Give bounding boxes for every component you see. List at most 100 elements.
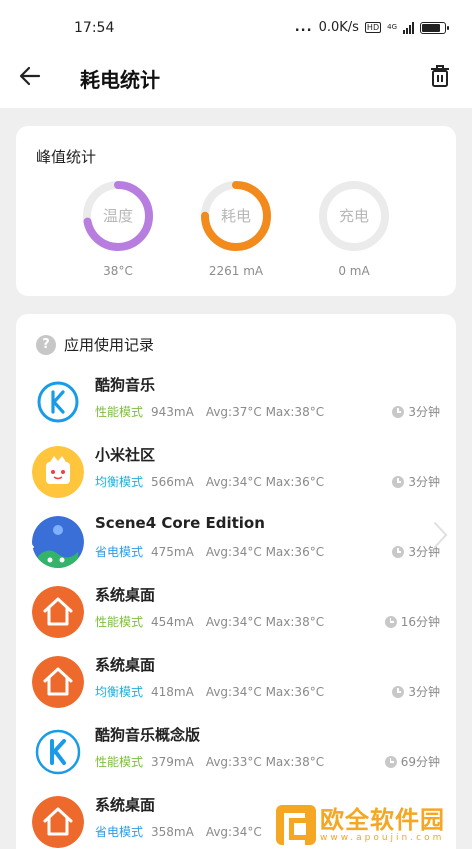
charge-ring: 充电 bbox=[316, 178, 392, 254]
app-name: 酷狗音乐 bbox=[95, 376, 156, 394]
current-value: 379mA bbox=[151, 755, 194, 769]
duration-value: 3分钟 bbox=[408, 405, 440, 419]
duration-value: 3分钟 bbox=[408, 685, 440, 699]
duration: 3分钟 bbox=[392, 683, 440, 700]
avg-temp: Avg:34°C bbox=[205, 615, 262, 629]
current-value: 358mA bbox=[151, 825, 194, 839]
kugou-concept-icon bbox=[32, 726, 84, 778]
home-icon bbox=[32, 656, 84, 708]
clock-icon bbox=[384, 755, 397, 768]
watermark-text: 欧全软件园 bbox=[320, 805, 445, 834]
current-value: 418mA bbox=[151, 685, 194, 699]
current-value: 454mA bbox=[151, 615, 194, 629]
watermark: 欧全软件园 www.apoujin.com bbox=[276, 800, 472, 849]
records-header: ? 应用使用记录 bbox=[36, 334, 154, 355]
record-details: 均衡模式 418mA Avg:34°C Max:36°C bbox=[95, 683, 324, 700]
hd-badge: HD bbox=[364, 22, 382, 33]
scene-icon bbox=[32, 516, 84, 568]
app-name: 系统桌面 bbox=[95, 796, 156, 814]
record-details: 性能模式 454mA Avg:34°C Max:38°C bbox=[95, 613, 324, 630]
app-name: 系统桌面 bbox=[95, 656, 156, 674]
avg-temp: Avg:33°C bbox=[205, 755, 262, 769]
mode-label: 省电模式 bbox=[95, 545, 144, 559]
watermark-logo-icon bbox=[276, 804, 316, 845]
app-name: Scene4 Core Edition bbox=[95, 514, 265, 532]
mode-label: 性能模式 bbox=[95, 755, 144, 769]
max-temp: Max:38°C bbox=[265, 405, 325, 419]
help-icon[interactable]: ? bbox=[36, 334, 56, 355]
home-icon bbox=[32, 586, 84, 638]
record-details: 性能模式 943mA Avg:37°C Max:38°C bbox=[95, 403, 324, 420]
page-title: 耗电统计 bbox=[80, 68, 160, 92]
duration: 69分钟 bbox=[384, 753, 440, 770]
status-bar: 17:54 ... 0.0K/s HD 4G bbox=[0, 0, 472, 56]
signal-icon bbox=[403, 21, 414, 34]
temperature-label: 温度 bbox=[102, 207, 133, 225]
power-ring: 耗电 bbox=[198, 178, 274, 254]
record-details: 均衡模式 566mA Avg:34°C Max:36°C bbox=[95, 473, 324, 490]
power-value: 2261 mA bbox=[208, 264, 264, 278]
temperature-value: 38°C bbox=[103, 264, 133, 278]
app-name: 系统桌面 bbox=[95, 586, 156, 604]
chevron-right-icon[interactable] bbox=[430, 520, 450, 550]
avg-temp: Avg:34°C bbox=[205, 685, 262, 699]
duration: 16分钟 bbox=[384, 613, 440, 630]
clock-icon bbox=[392, 685, 405, 698]
duration-value: 69分钟 bbox=[400, 755, 440, 769]
mode-label: 省电模式 bbox=[95, 825, 144, 839]
clock-icon bbox=[392, 545, 405, 558]
chevron-left-icon[interactable] bbox=[18, 520, 38, 550]
clock-icon bbox=[392, 405, 405, 418]
current-value: 475mA bbox=[151, 545, 194, 559]
trash-icon bbox=[431, 65, 449, 87]
battery-icon bbox=[420, 21, 449, 34]
app-name: 小米社区 bbox=[95, 446, 156, 464]
kugou-icon bbox=[32, 376, 84, 428]
record-row[interactable]: 系统桌面 性能模式 454mA Avg:34°C Max:38°C 16分钟 bbox=[32, 580, 440, 644]
app-header: 耗电统计 bbox=[0, 56, 472, 96]
status-time: 17:54 bbox=[74, 20, 115, 36]
record-details: 省电模式 475mA Avg:34°C Max:36°C bbox=[95, 543, 324, 560]
delete-button[interactable] bbox=[424, 60, 456, 92]
network-speed: 0.0K/s bbox=[318, 20, 359, 35]
network-type: 4G bbox=[387, 23, 397, 31]
avg-temp: Avg:37°C bbox=[205, 405, 262, 419]
charge-value: 0 mA bbox=[338, 264, 370, 278]
max-temp: Max:38°C bbox=[265, 615, 325, 629]
clock-icon bbox=[392, 475, 405, 488]
avg-temp: Avg:34°C bbox=[205, 475, 262, 489]
arrow-left-icon bbox=[19, 66, 41, 86]
status-dots: ... bbox=[294, 20, 313, 35]
record-details: 省电模式 358mA Avg:34°C bbox=[95, 823, 262, 840]
home-icon bbox=[32, 796, 84, 848]
record-row[interactable]: Scene4 Core Edition 省电模式 475mA Avg:34°C Ma… bbox=[32, 510, 440, 574]
current-value: 943mA bbox=[151, 405, 194, 419]
clock-icon bbox=[384, 615, 397, 628]
avg-temp: Avg:34°C bbox=[205, 545, 262, 559]
mode-label: 均衡模式 bbox=[95, 685, 144, 699]
duration-value: 16分钟 bbox=[400, 615, 440, 629]
back-button[interactable] bbox=[14, 60, 46, 92]
duration: 3分钟 bbox=[392, 473, 440, 490]
record-row[interactable]: 小米社区 均衡模式 566mA Avg:34°C Max:36°C 3分钟 bbox=[32, 440, 440, 504]
max-temp: Max:36°C bbox=[265, 685, 325, 699]
record-row[interactable]: 系统桌面 均衡模式 418mA Avg:34°C Max:36°C 3分钟 bbox=[32, 650, 440, 714]
record-row[interactable]: 酷狗音乐 性能模式 943mA Avg:37°C Max:38°C 3分钟 bbox=[32, 370, 440, 434]
max-temp: Max:38°C bbox=[265, 755, 325, 769]
charge-label: 充电 bbox=[338, 207, 369, 225]
watermark-sub: www.apoujin.com bbox=[320, 832, 445, 843]
mode-label: 性能模式 bbox=[95, 405, 144, 419]
record-row[interactable]: 酷狗音乐概念版 性能模式 379mA Avg:33°C Max:38°C 69分钟 bbox=[32, 720, 440, 784]
peak-stats-title: 峰值统计 bbox=[36, 148, 97, 166]
record-details: 性能模式 379mA Avg:33°C Max:38°C bbox=[95, 753, 324, 770]
peak-stats-card: 峰值统计 温度 38°C 耗电 2261 mA 充电 0 mA bbox=[16, 126, 456, 296]
current-value: 566mA bbox=[151, 475, 194, 489]
duration: 3分钟 bbox=[392, 403, 440, 420]
app-records-card: ? 应用使用记录 酷狗音乐 性能模式 943mA Avg:37°C Max:38°C… bbox=[16, 314, 456, 849]
mode-label: 性能模式 bbox=[95, 615, 144, 629]
duration-value: 3分钟 bbox=[408, 475, 440, 489]
app-name: 酷狗音乐概念版 bbox=[95, 726, 201, 744]
mode-label: 均衡模式 bbox=[95, 475, 144, 489]
mi-community-icon bbox=[32, 446, 84, 498]
avg-temp: Avg:34°C bbox=[205, 825, 262, 839]
